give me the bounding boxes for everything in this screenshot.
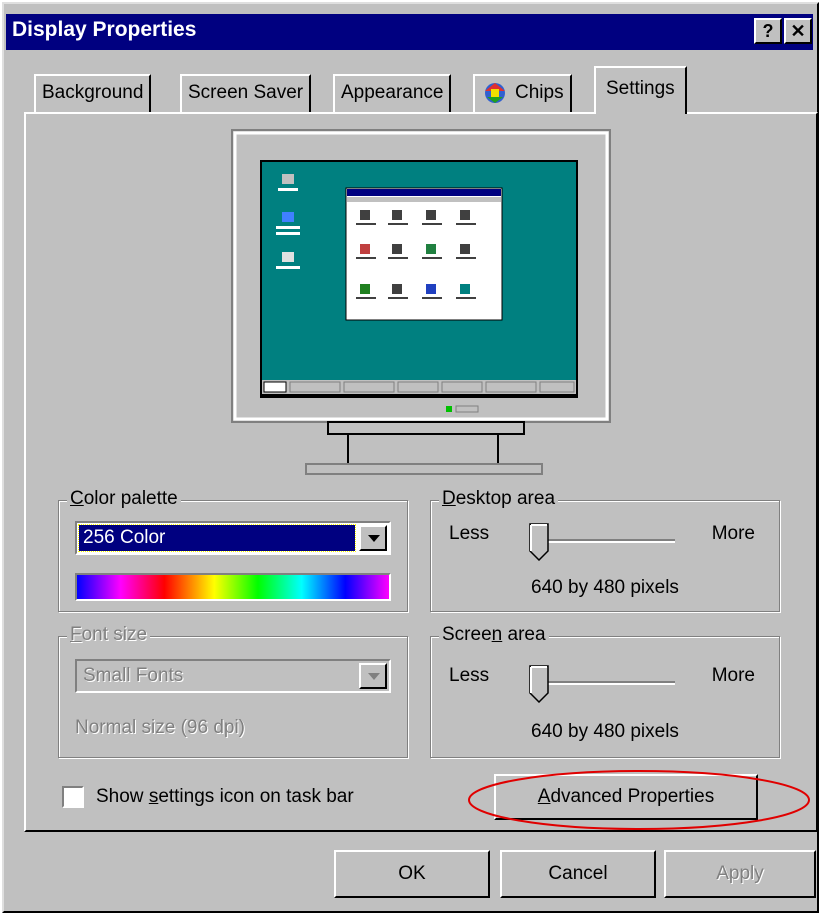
tab-label: Screen Saver	[188, 82, 304, 103]
color-palette-legend: Color palette	[67, 488, 181, 510]
screen-area-slider-thumb[interactable]	[529, 665, 549, 703]
legend-text: area	[502, 624, 546, 645]
font-size-value: Small Fonts	[83, 665, 184, 686]
preview-window	[345, 187, 503, 321]
tab-background[interactable]: Background	[34, 74, 152, 112]
tab-chips[interactable]: Chips	[473, 74, 572, 112]
cancel-button[interactable]: Cancel	[500, 850, 656, 898]
preview-taskbar	[262, 380, 576, 394]
desktop-area-slider[interactable]	[535, 539, 675, 543]
color-palette-select[interactable]: 256 Color	[75, 521, 391, 555]
tab-appearance[interactable]: Appearance	[333, 74, 452, 112]
color-spectrum-bar	[75, 573, 391, 601]
tab-label: Background	[42, 82, 144, 103]
legend-text: Scree	[442, 624, 492, 645]
checkbox-label-mnemonic: s	[148, 786, 159, 807]
legend-mnemonic: D	[442, 488, 456, 509]
ok-button[interactable]: OK	[334, 850, 490, 898]
legend-text: esktop area	[455, 488, 556, 509]
show-settings-icon-checkbox[interactable]	[62, 786, 84, 808]
tab-label: Chips	[515, 82, 564, 103]
chevron-down-icon	[368, 535, 380, 542]
monitor-preview	[231, 129, 611, 475]
tab-screen-saver[interactable]: Screen Saver	[180, 74, 312, 112]
color-palette-group: Color palette 256 Color	[58, 488, 408, 612]
advanced-properties-button[interactable]: Advanced Properties	[494, 774, 758, 820]
window-title: Display Properties	[12, 18, 197, 41]
tab-label: Settings	[606, 78, 675, 99]
legend-mnemonic: n	[491, 624, 503, 645]
font-size-select: Small Fonts	[75, 659, 391, 693]
screen-area-group: Screen area Less More 640 by 480 pixels	[430, 624, 780, 758]
apply-button: Apply	[664, 850, 816, 898]
screen-area-more-label: More	[711, 665, 755, 686]
screen-area-less-label: Less	[449, 665, 490, 686]
font-size-group: Font size Small Fonts Normal size (96 dp…	[58, 624, 408, 758]
desktop-area-slider-thumb[interactable]	[529, 523, 549, 561]
tab-label: Appearance	[341, 82, 444, 103]
font-size-dropdown-button	[359, 663, 387, 689]
font-size-description: Normal size (96 dpi)	[75, 717, 245, 738]
close-button[interactable]: ✕	[784, 18, 812, 44]
screen-area-slider[interactable]	[535, 681, 675, 685]
checkbox-label-text: ettings icon on task bar	[158, 786, 354, 807]
tab-settings[interactable]: Settings	[594, 66, 687, 114]
button-mnemonic: A	[537, 786, 551, 807]
desktop-area-less-label: Less	[449, 523, 490, 544]
screen-area-value: 640 by 480 pixels	[531, 721, 679, 742]
desktop-area-value: 640 by 480 pixels	[531, 577, 679, 598]
legend-text: ont size	[81, 624, 148, 645]
desktop-area-legend: Desktop area	[439, 488, 559, 510]
help-button[interactable]: ?	[754, 18, 782, 44]
chevron-down-icon	[368, 673, 380, 680]
legend-mnemonic: F	[70, 624, 82, 645]
show-settings-icon-label[interactable]: Show settings icon on task bar	[96, 786, 354, 808]
color-palette-dropdown-button[interactable]	[359, 525, 387, 551]
checkbox-label-text: Show	[96, 786, 149, 807]
legend-mnemonic: C	[70, 488, 84, 509]
screen-area-legend: Screen area	[439, 624, 549, 646]
font-size-legend: Font size	[67, 624, 151, 646]
chips-icon	[485, 82, 505, 103]
desktop-area-group: Desktop area Less More 640 by 480 pixels	[430, 488, 780, 612]
desktop-area-more-label: More	[711, 523, 755, 544]
title-bar[interactable]: Display Properties ? ✕	[6, 14, 813, 50]
button-label: dvanced Properties	[550, 786, 715, 807]
color-palette-value: 256 Color	[78, 524, 356, 552]
legend-text: olor palette	[83, 488, 178, 509]
